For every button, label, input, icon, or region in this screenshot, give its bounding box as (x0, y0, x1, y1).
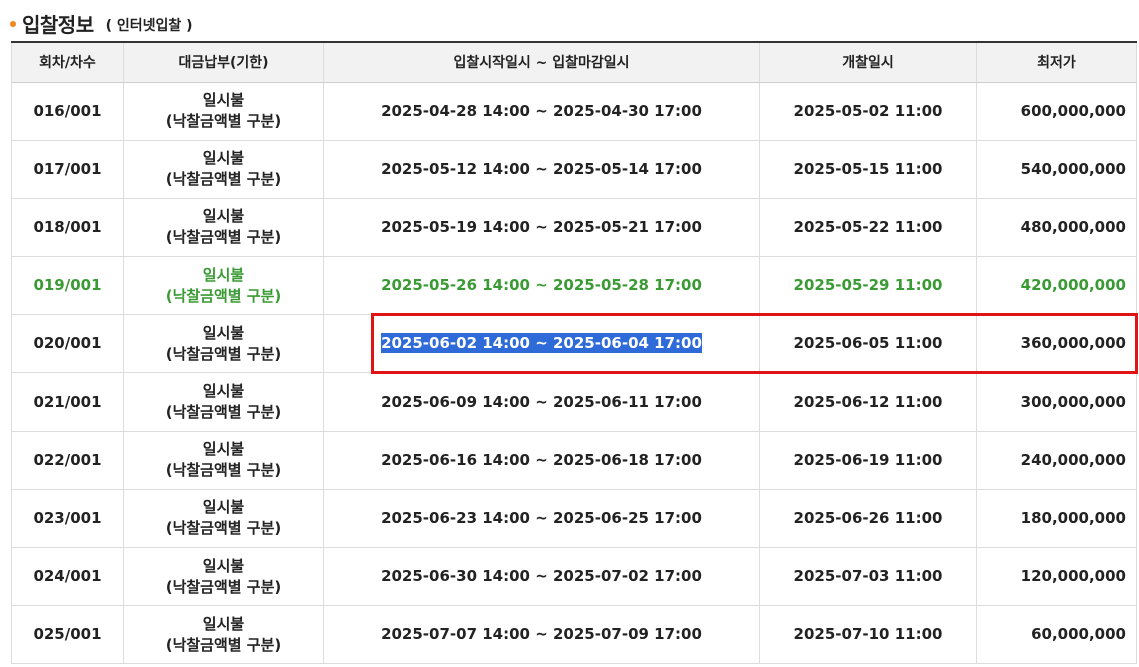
period-cell: 2025-05-12 14:00 ~ 2025-05-14 17:00 (323, 139, 760, 199)
payment-cell: 일시불 (낙찰금액별 구분) (123, 81, 324, 141)
payment-note: (낙찰금액별 구분) (165, 461, 282, 480)
payment-cell: 일시불 (낙찰금액별 구분) (123, 197, 324, 258)
payment-cell: 일시불 (낙찰금액별 구분) (123, 139, 324, 199)
opening-cell: 2025-05-29 11:00 (759, 256, 977, 316)
column-header-period: 입찰시작일시 ~ 입찰마감일시 (323, 41, 760, 83)
section-subtitle: ( 인터넷입찰 ) (105, 17, 193, 34)
period-cell: 2025-04-28 14:00 ~ 2025-04-30 17:00 (323, 81, 760, 141)
payment-note: (낙찰금액별 구분) (165, 403, 282, 422)
table-row: 018/001 일시불 (낙찰금액별 구분) 2025-05-19 14:00 ~… (11, 197, 1137, 258)
price-cell: 240,000,000 (976, 430, 1137, 490)
round-cell: 019/001 (11, 256, 124, 316)
payment-type: 일시불 (202, 382, 245, 401)
table-header-row: 회차/차수 대금납부(기한) 입찰시작일시 ~ 입찰마감일시 개찰일시 최저가 (11, 41, 1137, 83)
selected-period-text[interactable]: 2025-06-02 14:00 ~ 2025-06-04 17:00 (381, 333, 702, 354)
payment-note: (낙찰금액별 구분) (165, 228, 282, 247)
table-row: 017/001 일시불 (낙찰금액별 구분) 2025-05-12 14:00 ~… (11, 139, 1137, 199)
payment-cell: 일시불 (낙찰금액별 구분) (123, 430, 324, 490)
price-cell: 120,000,000 (976, 546, 1137, 607)
payment-type: 일시불 (202, 323, 245, 342)
period-cell: 2025-06-30 14:00 ~ 2025-07-02 17:00 (323, 546, 760, 607)
round-cell: 017/001 (11, 139, 124, 199)
opening-cell: 2025-06-05 11:00 (759, 314, 977, 374)
period-cell: 2025-07-07 14:00 ~ 2025-07-09 17:00 (323, 605, 760, 665)
payment-type: 일시불 (202, 440, 245, 459)
table-row: 021/001 일시불 (낙찰금액별 구분) 2025-06-09 14:00 ~… (11, 372, 1137, 432)
round-cell: 023/001 (11, 488, 124, 549)
column-header-price: 최저가 (976, 41, 1137, 83)
payment-note: (낙찰금액별 구분) (165, 519, 282, 538)
column-header-payment: 대금납부(기한) (123, 41, 324, 83)
round-cell: 016/001 (11, 81, 124, 141)
period-cell: 2025-06-02 14:00 ~ 2025-06-04 17:00 (323, 314, 760, 374)
payment-cell: 일시불 (낙찰금액별 구분) (123, 256, 324, 316)
table-row: 022/001 일시불 (낙찰금액별 구분) 2025-06-16 14:00 ~… (11, 430, 1137, 490)
payment-note: (낙찰금액별 구분) (165, 286, 282, 305)
opening-cell: 2025-05-15 11:00 (759, 139, 977, 199)
opening-cell: 2025-06-12 11:00 (759, 372, 977, 432)
round-cell: 025/001 (11, 605, 124, 665)
section-header: 입찰정보 ( 인터넷입찰 ) (10, 8, 193, 38)
round-cell: 024/001 (11, 546, 124, 607)
price-cell: 60,000,000 (976, 605, 1137, 665)
period-cell: 2025-06-09 14:00 ~ 2025-06-11 17:00 (323, 372, 760, 432)
payment-type: 일시불 (202, 556, 245, 575)
payment-note: (낙찰금액별 구분) (165, 577, 282, 596)
table-row: 016/001 일시불 (낙찰금액별 구분) 2025-04-28 14:00 ~… (11, 81, 1137, 141)
opening-cell: 2025-05-22 11:00 (759, 197, 977, 258)
payment-type: 일시불 (202, 265, 245, 284)
payment-cell: 일시불 (낙찰금액별 구분) (123, 605, 324, 665)
bullet-dot-icon (10, 21, 16, 27)
payment-note: (낙찰금액별 구분) (165, 112, 282, 131)
opening-cell: 2025-07-10 11:00 (759, 605, 977, 665)
period-cell: 2025-06-23 14:00 ~ 2025-06-25 17:00 (323, 488, 760, 549)
price-cell: 420,000,000 (976, 256, 1137, 316)
section-title: 입찰정보 (22, 12, 94, 37)
payment-type: 일시불 (202, 498, 245, 517)
payment-note: (낙찰금액별 구분) (165, 344, 282, 363)
period-cell: 2025-05-19 14:00 ~ 2025-05-21 17:00 (323, 197, 760, 258)
opening-cell: 2025-06-19 11:00 (759, 430, 977, 490)
opening-cell: 2025-06-26 11:00 (759, 488, 977, 549)
price-cell: 300,000,000 (976, 372, 1137, 432)
bid-schedule-table: 회차/차수 대금납부(기한) 입찰시작일시 ~ 입찰마감일시 개찰일시 최저가 … (11, 41, 1137, 665)
price-cell: 540,000,000 (976, 139, 1137, 199)
payment-type: 일시불 (202, 149, 245, 168)
period-cell: 2025-06-16 14:00 ~ 2025-06-18 17:00 (323, 430, 760, 490)
price-cell: 480,000,000 (976, 197, 1137, 258)
round-cell: 018/001 (11, 197, 124, 258)
payment-cell: 일시불 (낙찰금액별 구분) (123, 488, 324, 549)
round-cell: 021/001 (11, 372, 124, 432)
table-row-current: 019/001 일시불 (낙찰금액별 구분) 2025-05-26 14:00 ~… (11, 256, 1137, 316)
table-row: 023/001 일시불 (낙찰금액별 구분) 2025-06-23 14:00 ~… (11, 488, 1137, 549)
payment-cell: 일시불 (낙찰금액별 구분) (123, 372, 324, 432)
payment-type: 일시불 (202, 207, 245, 226)
payment-note: (낙찰금액별 구분) (165, 170, 282, 189)
price-cell: 180,000,000 (976, 488, 1137, 549)
table-row: 024/001 일시불 (낙찰금액별 구분) 2025-06-30 14:00 ~… (11, 546, 1137, 607)
column-header-round: 회차/차수 (11, 41, 124, 83)
payment-type: 일시불 (202, 91, 245, 110)
table-row: 020/001 일시불 (낙찰금액별 구분) 2025-06-02 14:00 ~… (11, 314, 1137, 374)
round-cell: 020/001 (11, 314, 124, 374)
round-cell: 022/001 (11, 430, 124, 490)
price-cell: 360,000,000 (976, 314, 1137, 374)
payment-type: 일시불 (202, 614, 245, 633)
opening-cell: 2025-05-02 11:00 (759, 81, 977, 141)
payment-cell: 일시불 (낙찰금액별 구분) (123, 546, 324, 607)
payment-cell: 일시불 (낙찰금액별 구분) (123, 314, 324, 374)
period-cell: 2025-05-26 14:00 ~ 2025-05-28 17:00 (323, 256, 760, 316)
price-cell: 600,000,000 (976, 81, 1137, 141)
payment-note: (낙찰금액별 구분) (165, 635, 282, 654)
opening-cell: 2025-07-03 11:00 (759, 546, 977, 607)
table-row: 025/001 일시불 (낙찰금액별 구분) 2025-07-07 14:00 ~… (11, 605, 1137, 665)
column-header-opening: 개찰일시 (759, 41, 977, 83)
